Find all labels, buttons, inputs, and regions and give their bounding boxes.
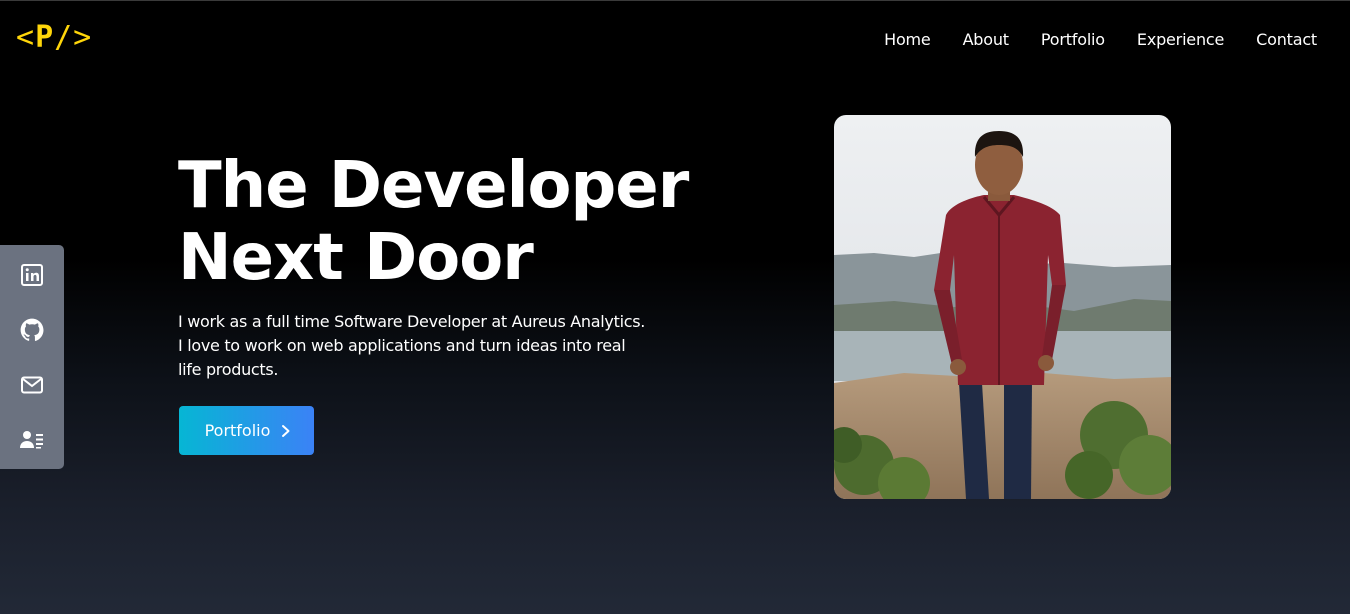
nav-portfolio[interactable]: Portfolio [1041, 30, 1105, 49]
hero-title: The Developer Next Door [178, 150, 738, 294]
nav-contact[interactable]: Contact [1256, 30, 1317, 49]
portfolio-button-label: Portfolio [204, 421, 271, 440]
logo[interactable]: <P/> [16, 20, 92, 55]
portfolio-button[interactable]: Portfolio [179, 406, 314, 455]
top-border [0, 0, 1350, 1]
profile-photo [834, 115, 1171, 499]
social-sidebar [0, 245, 64, 469]
hero-title-line1: The Developer [178, 149, 689, 223]
hero-title-line2: Next Door [178, 221, 534, 295]
linkedin-icon[interactable] [18, 261, 46, 289]
mail-icon[interactable] [18, 371, 46, 399]
resume-icon[interactable] [18, 426, 46, 454]
top-nav: Home About Portfolio Experience Contact [884, 30, 1317, 49]
nav-about[interactable]: About [963, 30, 1010, 49]
nav-experience[interactable]: Experience [1137, 30, 1224, 49]
hero-description: I work as a full time Software Developer… [178, 312, 646, 379]
github-icon[interactable] [18, 316, 46, 344]
chevron-right-icon [282, 424, 290, 437]
nav-home[interactable]: Home [884, 30, 931, 49]
